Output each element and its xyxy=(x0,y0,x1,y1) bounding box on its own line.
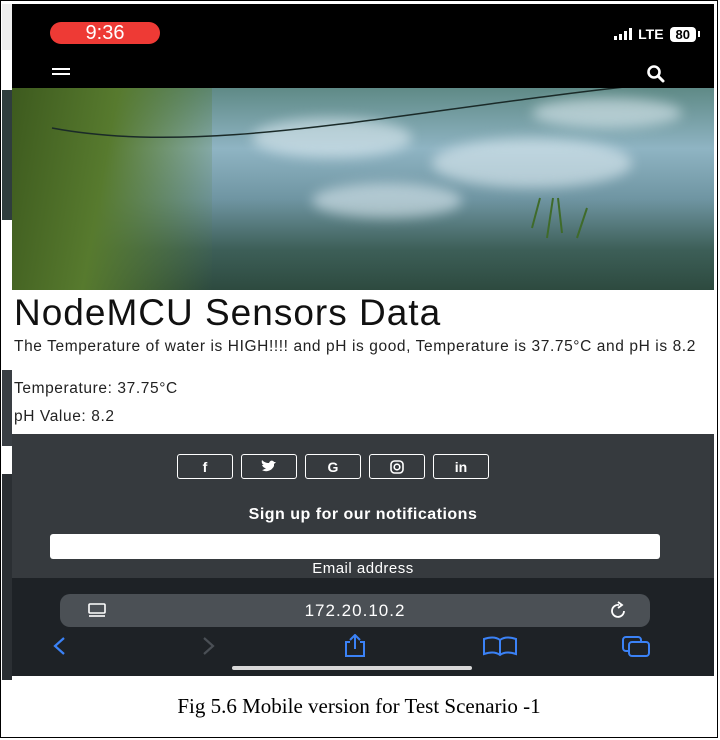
status-time: 9:36 xyxy=(50,22,160,44)
social-links: f G in xyxy=(177,454,489,479)
share-icon[interactable] xyxy=(342,634,368,658)
network-type: LTE xyxy=(638,26,664,42)
instagram-button[interactable] xyxy=(369,454,425,479)
status-indicators: LTE 80 xyxy=(614,24,700,44)
url-text: 172.20.10.2 xyxy=(304,601,406,620)
site-footer: f G in Sign up for our notifications Ema… xyxy=(12,434,714,594)
phone-screen: 9:36 LTE 80 NodeMCU Sensors Data The Tem… xyxy=(12,4,714,676)
home-indicator xyxy=(232,666,472,670)
signup-heading: Sign up for our notifications xyxy=(248,506,478,523)
twitter-button[interactable] xyxy=(241,454,297,479)
address-bar[interactable]: 172.20.10.2 xyxy=(60,594,650,627)
browser-chrome: 172.20.10.2 xyxy=(12,578,714,676)
google-button[interactable]: G xyxy=(305,454,361,479)
status-bar: 9:36 LTE 80 xyxy=(12,4,714,48)
back-icon[interactable] xyxy=(50,634,70,658)
page-content: NodeMCU Sensors Data The Temperature of … xyxy=(12,290,714,434)
linkedin-icon: in xyxy=(454,458,468,475)
page-title: NodeMCU Sensors Data xyxy=(14,292,442,333)
hero-image xyxy=(12,88,714,290)
bookmarks-icon[interactable] xyxy=(482,634,518,658)
signal-icon xyxy=(614,28,633,40)
twitter-icon xyxy=(261,460,276,472)
battery-icon: 80 xyxy=(669,26,696,42)
browser-toolbar xyxy=(12,634,714,658)
facebook-button[interactable]: f xyxy=(177,454,233,479)
tabs-icon[interactable] xyxy=(620,634,652,658)
facebook-icon: f xyxy=(202,458,208,475)
hero-wire xyxy=(51,88,623,239)
search-icon[interactable] xyxy=(644,62,668,86)
linkedin-button[interactable]: in xyxy=(433,454,489,479)
email-label: Email address xyxy=(312,560,414,577)
ph-reading: pH Value: 8.2 xyxy=(14,408,115,425)
menu-icon[interactable] xyxy=(52,68,70,78)
status-message: The Temperature of water is HIGH!!!! and… xyxy=(14,338,696,355)
google-icon: G xyxy=(327,458,339,475)
reload-icon[interactable] xyxy=(608,601,628,621)
forward-icon[interactable] xyxy=(198,634,218,658)
figure-caption: Fig 5.6 Mobile version for Test Scenario… xyxy=(177,694,541,718)
battery-nub xyxy=(698,31,700,37)
site-navbar xyxy=(12,48,714,88)
temperature-reading: Temperature: 37.75°C xyxy=(14,380,178,397)
left-clipped-content xyxy=(2,4,12,680)
instagram-icon xyxy=(390,459,404,474)
email-field[interactable] xyxy=(50,534,660,559)
